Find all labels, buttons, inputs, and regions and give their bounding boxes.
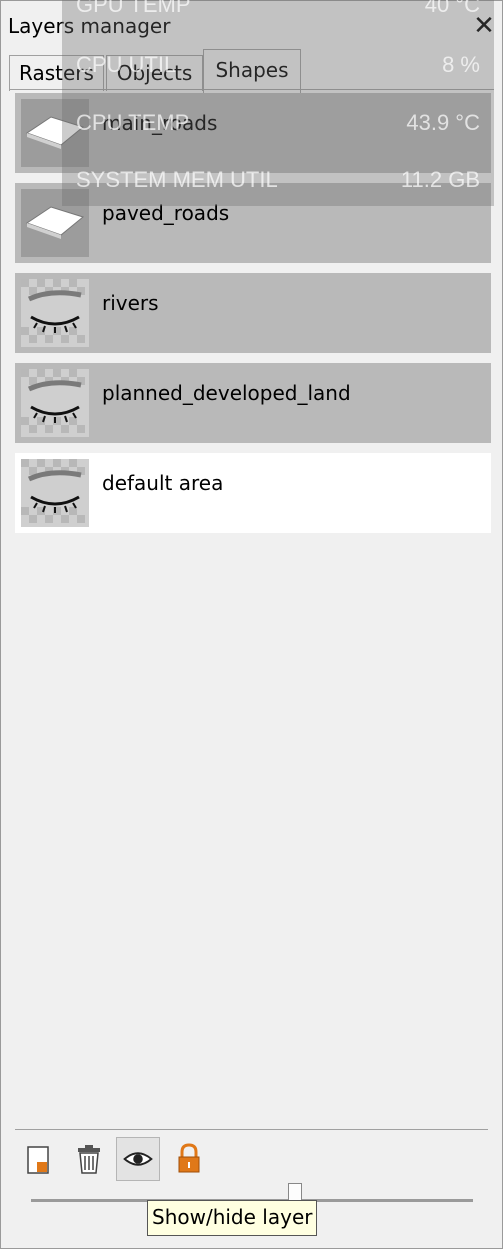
delete-trash-icon [78,1145,100,1174]
layer-row[interactable]: planned_developed_land [15,363,491,443]
show-hide-layer-button[interactable] [116,1137,160,1181]
layer-row[interactable]: paved_roads [15,183,491,263]
layer-name: paved_roads [102,201,230,225]
layer-row[interactable]: main_roads [15,93,491,173]
layer-name: main_roads [102,111,218,135]
title-bar: Layers manager ✕ [1,11,503,45]
window-title: Layers manager [8,14,171,38]
hidden-eye-icon [21,279,89,347]
close-icon[interactable]: ✕ [471,11,497,43]
tab-rasters[interactable]: Rasters [9,55,104,91]
tab-bar: Rasters Objects Shapes [1,45,503,93]
tooltip: Show/hide layer [147,1200,318,1236]
layer-name: default area [102,471,224,495]
tab-objects[interactable]: Objects [106,55,203,91]
layer-row[interactable]: rivers [15,273,491,353]
layer-name: planned_developed_land [102,381,351,405]
layer-row[interactable]: default area [15,453,491,533]
layers-manager-window: Layers manager ✕ Rasters Objects Shapes … [0,0,503,1249]
hidden-eye-icon [21,369,89,437]
new-layer-button[interactable] [17,1137,61,1181]
eye-icon [123,1152,153,1166]
road-shape-icon [21,99,89,167]
tab-shapes[interactable]: Shapes [203,49,301,93]
toolbar-divider [15,1129,488,1130]
delete-layer-button[interactable] [67,1137,111,1181]
layer-name: rivers [102,291,159,315]
lock-icon [178,1143,200,1173]
hidden-eye-icon [21,459,89,527]
tab-divider [9,89,494,90]
new-layer-icon [27,1146,49,1174]
road-shape-icon [21,189,89,257]
lock-layer-button[interactable] [167,1137,211,1181]
